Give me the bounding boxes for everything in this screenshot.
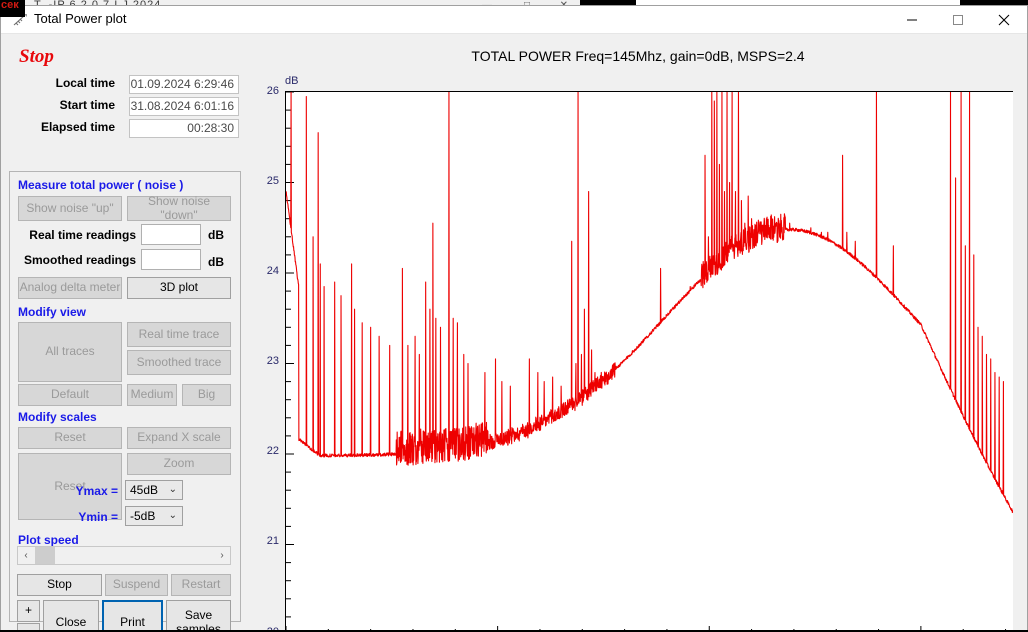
real-time-readings-unit: dB: [208, 228, 224, 242]
start-time-value: 31.08.2024 6:01:16: [129, 97, 239, 116]
show-noise-up-button[interactable]: Show noise "up": [18, 196, 122, 221]
ymax-value: 45dB: [130, 483, 159, 497]
elapsed-time-row: Elapsed time 00:28:30: [19, 119, 239, 138]
power-trace: [286, 92, 1013, 514]
smoothed-trace-button[interactable]: Smoothed trace: [127, 350, 231, 375]
restart-button[interactable]: Restart: [171, 574, 231, 596]
close-button[interactable]: [981, 6, 1027, 33]
plot-speed-thumb[interactable]: [35, 547, 55, 564]
title-bar[interactable]: Total Power plot: [1, 6, 1027, 34]
medium-view-button[interactable]: Medium: [127, 384, 177, 406]
window-title: Total Power plot: [34, 11, 127, 26]
run-state-label: Stop: [19, 46, 54, 67]
real-time-readings-input[interactable]: [141, 224, 201, 245]
ymax-select[interactable]: 45dB ⌄: [125, 480, 183, 500]
modify-scales-section-title: Modify scales: [18, 410, 97, 424]
suspend-button[interactable]: Suspend: [105, 574, 168, 596]
minimize-icon: [907, 19, 917, 20]
plot-speed-scrollbar[interactable]: ‹ ›: [17, 546, 231, 565]
y-tick-23: 23: [266, 355, 279, 367]
real-time-readings-label: Real time readings: [29, 228, 136, 242]
real-time-trace-button[interactable]: Real time trace: [127, 322, 231, 347]
default-view-button[interactable]: Default: [18, 384, 122, 406]
ymin-label: Ymin =: [78, 510, 118, 524]
big-view-button[interactable]: Big: [182, 384, 231, 406]
local-time-value: 01.09.2024 6:29:46: [129, 75, 239, 94]
elapsed-time-value: 00:28:30: [129, 119, 239, 138]
chevron-down-icon: ⌄: [168, 484, 177, 495]
measure-section-title: Measure total power ( noise ): [18, 178, 184, 192]
total-power-plot-window: Total Power plot Stop Local time 01.09.2…: [0, 5, 1028, 632]
local-time-row: Local time 01.09.2024 6:29:46: [19, 75, 239, 94]
3d-plot-button[interactable]: 3D plot: [127, 277, 231, 299]
y-tick-26: 26: [266, 85, 279, 97]
local-time-label: Local time: [55, 76, 115, 90]
smoothed-readings-label: Smoothed readings: [23, 253, 136, 267]
trace-svg: [286, 92, 1013, 632]
y-tick-25: 25: [266, 175, 279, 187]
maximize-icon: [953, 14, 963, 25]
plot-area: TOTAL POWER Freq=145Mhz, gain=0dB, MSPS=…: [249, 34, 1027, 632]
close-app-button[interactable]: Close: [43, 600, 99, 632]
plot-title: TOTAL POWER Freq=145Mhz, gain=0dB, MSPS=…: [471, 48, 805, 64]
screen: Т..-IP 6 2 0 7 I J 2024 — □ ✕ сек: [0, 0, 1028, 632]
start-time-row: Start time 31.08.2024 6:01:16: [19, 97, 239, 116]
expand-x-scale-button[interactable]: Expand X scale: [127, 427, 231, 449]
maximize-button[interactable]: [935, 6, 981, 33]
close-icon: [998, 14, 1010, 25]
print-button[interactable]: Print: [102, 600, 163, 632]
ymax-label: Ymax =: [75, 484, 118, 498]
y-axis-unit-label: dB: [285, 75, 299, 87]
modify-view-section-title: Modify view: [18, 305, 87, 319]
scroll-right-arrow-icon[interactable]: ›: [214, 547, 230, 564]
plot-speed-section-title: Plot speed: [18, 533, 79, 547]
smoothed-readings-input[interactable]: [141, 249, 201, 270]
elapsed-time-label: Elapsed time: [40, 120, 115, 134]
scroll-left-arrow-icon[interactable]: ‹: [18, 547, 34, 564]
save-samples-button[interactable]: Save samples: [166, 600, 231, 632]
y-tick-21: 21: [266, 535, 279, 547]
zoom-button[interactable]: Zoom: [127, 453, 231, 475]
analog-delta-meter-button[interactable]: Analog delta meter: [18, 277, 122, 299]
ymin-value: -5dB: [130, 509, 156, 523]
sek-badge: сек: [0, 0, 25, 17]
y-axis-ticks: [286, 92, 294, 618]
reset-scale-button[interactable]: Reset: [18, 427, 122, 449]
control-panel: Stop Local time 01.09.2024 6:29:46 Start…: [1, 34, 249, 632]
minimize-button[interactable]: [889, 6, 935, 33]
all-traces-button[interactable]: All traces: [18, 322, 122, 382]
show-noise-down-button[interactable]: Show noise "down": [127, 195, 231, 221]
smoothed-readings-unit: dB: [208, 255, 224, 269]
stop-button[interactable]: Stop: [17, 574, 102, 596]
start-time-label: Start time: [59, 98, 115, 112]
ymin-select[interactable]: -5dB ⌄: [125, 506, 183, 526]
chevron-down-icon: ⌄: [168, 510, 177, 521]
increase-button[interactable]: +: [17, 600, 40, 622]
window-content: Stop Local time 01.09.2024 6:29:46 Start…: [1, 34, 1027, 632]
y-tick-24: 24: [266, 265, 279, 277]
y-tick-22: 22: [266, 445, 279, 457]
plot-canvas[interactable]: [285, 91, 1013, 632]
